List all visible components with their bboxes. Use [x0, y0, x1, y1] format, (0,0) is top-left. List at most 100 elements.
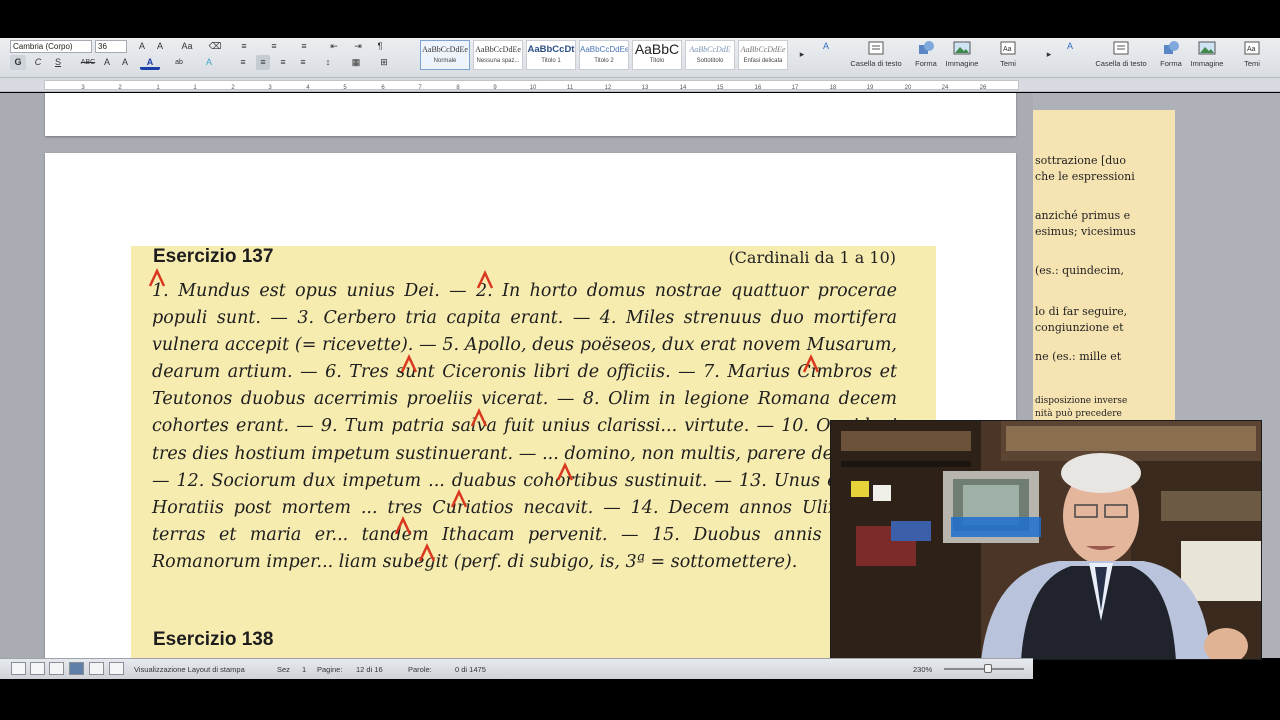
ruler-number: 17	[792, 85, 799, 91]
print-layout-view-icon[interactable]	[69, 662, 84, 675]
ruler-number: 18	[830, 85, 837, 91]
zoom-slider-handle[interactable]	[984, 664, 992, 673]
themes-button-2[interactable]: Aa Temi	[1226, 40, 1278, 72]
font-name-select[interactable]: Cambria (Corpo)	[10, 40, 92, 53]
styles-pane-icon[interactable]: A	[816, 39, 836, 54]
exercise-title: Esercizio 137	[153, 246, 274, 267]
text-box-button-2[interactable]: Casella di testo	[1095, 40, 1147, 72]
correction-mark-icon	[802, 354, 820, 373]
themes-button[interactable]: Aa Temi	[982, 40, 1034, 72]
correction-mark-icon	[556, 462, 574, 481]
ruler-number: 14	[680, 85, 687, 91]
screen: Cambria (Corpo) 36 A A Aa ⌫ G C S ABC A …	[0, 0, 1280, 720]
increase-indent-icon[interactable]: ⇥	[350, 39, 366, 54]
webcam-overlay	[830, 420, 1262, 660]
text-effects-icon[interactable]: A	[200, 55, 218, 70]
correction-mark-icon	[476, 270, 494, 289]
subscript-button[interactable]: A	[118, 55, 132, 70]
section-value: 1	[302, 665, 307, 674]
align-center-icon[interactable]: ≡	[256, 55, 270, 70]
correction-mark-icon	[394, 516, 412, 535]
side-text-line: nità può precedere	[1035, 409, 1122, 419]
correction-mark-icon	[470, 408, 488, 427]
styles-pane-icon-2[interactable]: A	[1060, 39, 1080, 54]
themes-icon: Aa	[1244, 41, 1260, 55]
correction-mark-icon	[148, 268, 166, 287]
status-bar: Visualizzazione Layout di stampa Sez 1 P…	[0, 658, 1033, 679]
shading-icon[interactable]: ▦	[346, 55, 366, 70]
publishing-view-icon[interactable]	[49, 662, 64, 675]
text-box-button[interactable]: Casella di testo	[850, 40, 902, 72]
font-size-select[interactable]: 36	[95, 40, 127, 53]
ruler-bar: 3 2 1 1 2 3 4 5 6 7 8 9 10 11 12 13 14 15 16 17 18 19 20 24 26	[44, 80, 1019, 91]
justify-icon[interactable]: ≡	[296, 55, 310, 70]
ruler-number: 15	[717, 85, 724, 91]
focus-view-icon[interactable]	[109, 662, 124, 675]
line-spacing-icon[interactable]: ↕	[318, 55, 338, 70]
ruler-number: 3	[268, 85, 272, 91]
words-value: 0 di 1475	[455, 665, 486, 674]
highlight-icon[interactable]: ab	[168, 55, 190, 70]
side-text-line: congiunzione et	[1035, 321, 1124, 334]
themes-icon: Aa	[1000, 41, 1016, 55]
exercise-subtitle: (Cardinali da 1 a 10)	[728, 248, 896, 267]
styles-scroll-arrow-icon[interactable]: ▸	[795, 47, 809, 62]
show-formatting-icon[interactable]: ¶	[372, 39, 388, 54]
shape-icon	[1164, 41, 1179, 54]
ruler-ticks: 3 2 1 1 2 3 4 5 6 7 8 9 10 11 12 13 14 15 16 17 18 19 20 24 26	[81, 85, 987, 91]
superscript-button[interactable]: A	[100, 55, 114, 70]
view-mode-label: Visualizzazione Layout di stampa	[134, 665, 245, 674]
draft-view-icon[interactable]	[11, 662, 26, 675]
shape-icon	[919, 41, 934, 54]
words-label: Parole:	[408, 665, 432, 674]
next-exercise-title: Esercizio 138	[153, 629, 274, 650]
image-button[interactable]: Immagine	[936, 40, 988, 72]
ruler-number: 3	[81, 85, 85, 91]
zoom-slider[interactable]	[944, 664, 1024, 673]
style-nessuna-spaziatura[interactable]: AaBbCcDdEe Nessuna spaz...	[473, 40, 523, 70]
horizontal-ruler[interactable]: 3 2 1 1 2 3 4 5 6 7 8 9 10 11 12 13 14 15 16 17 18 19 20 24 26	[0, 78, 1280, 92]
italic-button[interactable]: C	[30, 55, 46, 70]
zoom-value[interactable]: 230%	[913, 665, 932, 674]
exercise-body: 1. Mundus est opus unius Dei. — 2. In ho…	[152, 281, 897, 572]
side-text-line: disposizione inverse	[1035, 396, 1128, 406]
shrink-font-icon[interactable]: A	[152, 39, 168, 54]
borders-icon[interactable]: ⊞	[374, 55, 394, 70]
style-titolo-1[interactable]: AaBbCcDt Titolo 1	[526, 40, 576, 70]
underline-button[interactable]: S	[50, 55, 66, 70]
bold-button[interactable]: G	[10, 55, 26, 70]
notebook-view-icon[interactable]	[89, 662, 104, 675]
numbering-icon[interactable]: ≡	[266, 39, 282, 54]
text-box-icon	[868, 41, 884, 55]
grow-font-icon[interactable]: A	[134, 39, 150, 54]
image-icon	[953, 41, 971, 55]
ruler-number: 13	[642, 85, 649, 91]
ribbon-scroll-arrow-icon[interactable]: ▸	[1042, 47, 1056, 62]
decrease-indent-icon[interactable]: ⇤	[326, 39, 342, 54]
clear-format-icon[interactable]: ⌫	[206, 39, 224, 54]
style-titolo[interactable]: AaBbC Titolo	[632, 40, 682, 70]
pages-label: Pagine:	[317, 665, 343, 674]
ruler-number: 19	[867, 85, 874, 91]
outline-view-icon[interactable]	[30, 662, 45, 675]
change-case-icon[interactable]: Aa	[176, 39, 198, 54]
ribbon-toolbar: Cambria (Corpo) 36 A A Aa ⌫ G C S ABC A …	[0, 38, 1280, 78]
text-box-icon	[1113, 41, 1129, 55]
style-normale[interactable]: AaBbCcDdEe Normale	[420, 40, 470, 70]
side-text-line: sottrazione [duo	[1035, 154, 1126, 167]
style-titolo-2[interactable]: AaBbCcDdEe Titolo 2	[579, 40, 629, 70]
align-left-icon[interactable]: ≡	[236, 55, 250, 70]
font-color-icon[interactable]: A	[140, 55, 160, 70]
multilevel-list-icon[interactable]: ≡	[296, 39, 312, 54]
side-text-line: lo di far seguire,	[1035, 305, 1128, 318]
ruler-number: 2	[231, 85, 235, 91]
style-enfasi-delicata[interactable]: AaBbCcDdEe Enfasi delicata	[738, 40, 788, 70]
scanned-exercise-image: Esercizio 137 (Cardinali da 1 a 10) 1. M…	[131, 246, 936, 658]
bullets-icon[interactable]: ≡	[236, 39, 252, 54]
section-label: Sez	[277, 665, 290, 674]
strikethrough-button[interactable]: ABC	[78, 55, 98, 70]
ruler-number: 10	[530, 85, 537, 91]
ruler-number: 6	[381, 85, 385, 91]
style-sottotitolo[interactable]: AaBbCcDdE Sottotitolo	[685, 40, 735, 70]
align-right-icon[interactable]: ≡	[276, 55, 290, 70]
